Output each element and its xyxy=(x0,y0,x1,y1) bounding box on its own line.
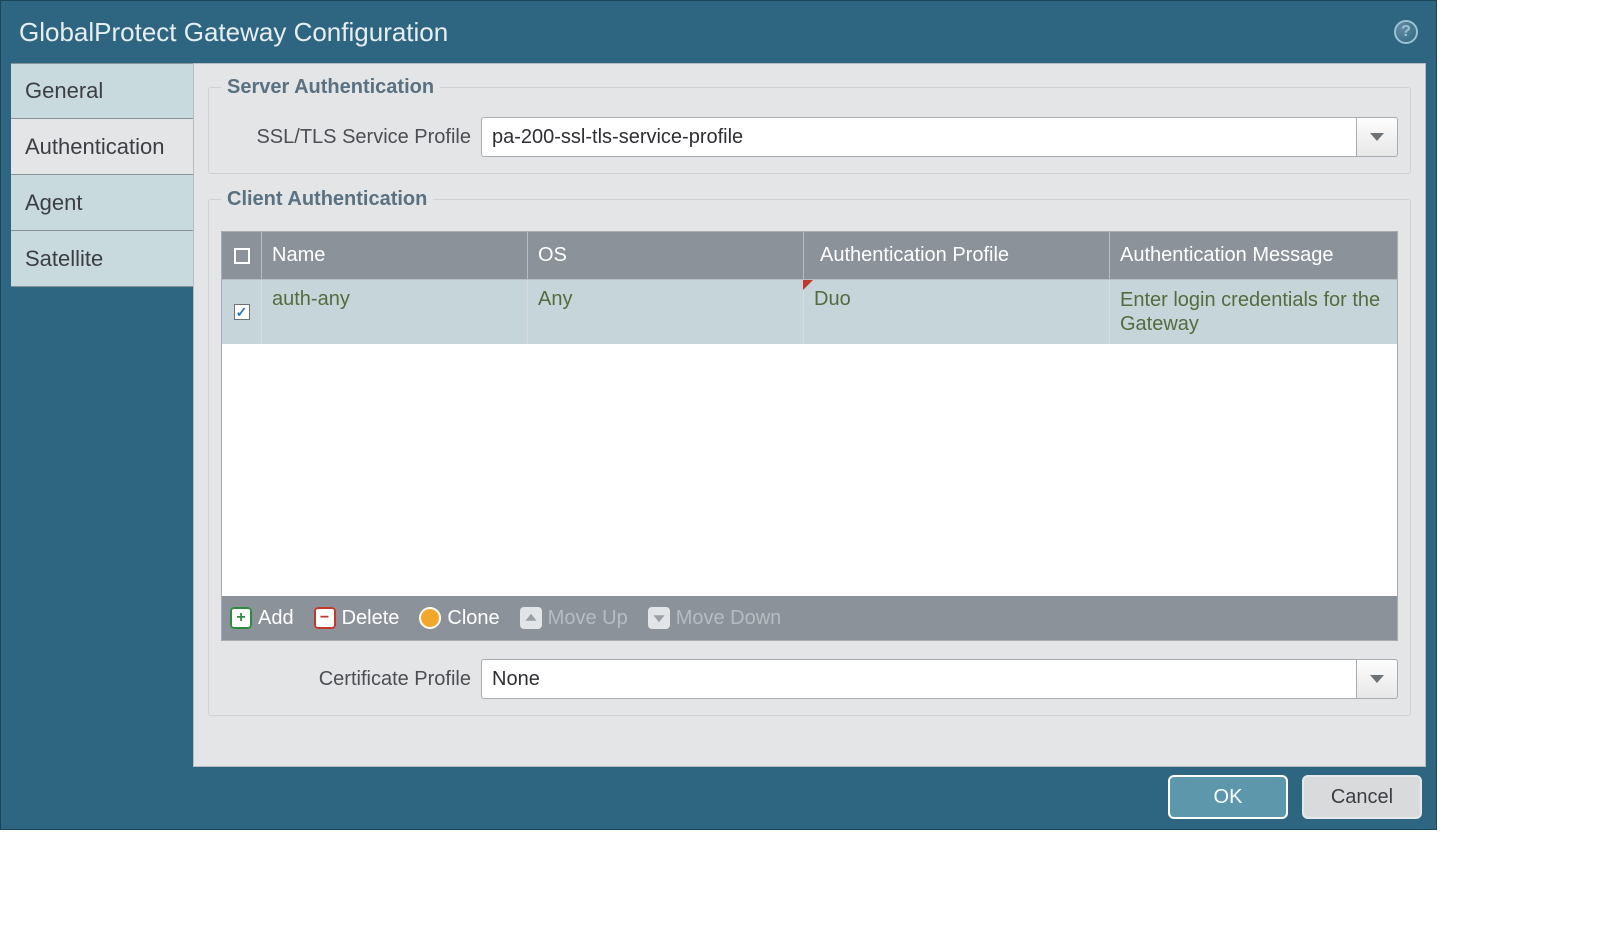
chevron-down-icon xyxy=(1370,133,1384,141)
side-tabs: General Authentication Agent Satellite xyxy=(11,63,193,767)
server-auth-legend: Server Authentication xyxy=(221,76,440,99)
clone-button-label: Clone xyxy=(447,607,499,630)
dialog-footer: OK Cancel xyxy=(1,775,1422,819)
content-pane: Server Authentication SSL/TLS Service Pr… xyxy=(193,63,1426,767)
arrow-up-icon xyxy=(520,607,542,629)
dialog: GlobalProtect Gateway Configuration ? Ge… xyxy=(0,0,1437,830)
move-up-button[interactable]: Move Up xyxy=(520,607,628,630)
tab-authentication[interactable]: Authentication xyxy=(11,119,193,175)
header-name[interactable]: Name xyxy=(262,232,528,280)
table-toolbar: + Add −Delete Clone Move Up Move Down xyxy=(222,596,1397,640)
chevron-down-icon xyxy=(1370,675,1384,683)
ssl-profile-label: SSL/TLS Service Profile xyxy=(221,126,471,149)
row-auth-message: Enter login credentials for the Gateway xyxy=(1110,280,1397,344)
ssl-profile-value: pa-200-ssl-tls-service-profile xyxy=(481,117,1356,157)
header-checkbox-cell[interactable] xyxy=(222,232,262,280)
plus-icon: + xyxy=(230,607,252,629)
client-auth-table: Name OS Authentication Profile Authentic… xyxy=(221,231,1398,641)
checkbox-icon xyxy=(234,248,250,264)
table-header: Name OS Authentication Profile Authentic… xyxy=(222,232,1397,280)
certificate-profile-label: Certificate Profile xyxy=(221,668,471,691)
tab-satellite-label: Satellite xyxy=(25,246,103,272)
help-icon[interactable]: ? xyxy=(1394,20,1418,44)
move-down-button[interactable]: Move Down xyxy=(648,607,782,630)
tab-general[interactable]: General xyxy=(11,63,193,119)
dropdown-arrow-icon[interactable] xyxy=(1356,117,1398,157)
clone-icon xyxy=(419,607,441,629)
table-body: ✓ auth-any Any Duo Enter login credentia… xyxy=(222,280,1397,596)
minus-icon: − xyxy=(314,607,336,629)
tab-agent[interactable]: Agent xyxy=(11,175,193,231)
tab-general-label: General xyxy=(25,78,103,104)
checkbox-checked-icon: ✓ xyxy=(234,304,250,320)
ok-button[interactable]: OK xyxy=(1168,775,1288,819)
add-button-label: Add xyxy=(258,607,294,630)
ssl-profile-row: SSL/TLS Service Profile pa-200-ssl-tls-s… xyxy=(221,117,1398,157)
ssl-profile-select[interactable]: pa-200-ssl-tls-service-profile xyxy=(481,117,1398,157)
client-auth-legend: Client Authentication xyxy=(221,188,433,211)
cancel-button[interactable]: Cancel xyxy=(1302,775,1422,819)
table-row[interactable]: ✓ auth-any Any Duo Enter login credentia… xyxy=(222,280,1397,344)
row-name: auth-any xyxy=(262,280,528,344)
dialog-body: General Authentication Agent Satellite S… xyxy=(11,63,1426,767)
row-os: Any xyxy=(528,280,804,344)
header-os[interactable]: OS xyxy=(528,232,804,280)
header-auth-profile[interactable]: Authentication Profile xyxy=(804,232,1110,280)
server-auth-group: Server Authentication SSL/TLS Service Pr… xyxy=(208,76,1411,174)
tab-satellite[interactable]: Satellite xyxy=(11,231,193,287)
certificate-profile-row: Certificate Profile None xyxy=(221,659,1398,699)
dialog-title: GlobalProtect Gateway Configuration xyxy=(19,17,448,48)
certificate-profile-value: None xyxy=(481,659,1356,699)
tab-authentication-label: Authentication xyxy=(25,134,164,160)
row-checkbox-cell[interactable]: ✓ xyxy=(222,280,262,344)
delete-button[interactable]: −Delete xyxy=(314,607,400,630)
move-down-button-label: Move Down xyxy=(676,607,782,630)
dropdown-arrow-icon[interactable] xyxy=(1356,659,1398,699)
clone-button[interactable]: Clone xyxy=(419,607,499,630)
client-auth-group: Client Authentication Name OS Authentica… xyxy=(208,188,1411,716)
add-button[interactable]: + Add xyxy=(230,607,294,630)
arrow-down-icon xyxy=(648,607,670,629)
cancel-button-label: Cancel xyxy=(1331,786,1393,809)
titlebar: GlobalProtect Gateway Configuration ? xyxy=(1,1,1436,63)
tab-agent-label: Agent xyxy=(25,190,83,216)
header-auth-message[interactable]: Authentication Message xyxy=(1110,232,1397,280)
certificate-profile-select[interactable]: None xyxy=(481,659,1398,699)
delete-button-label: Delete xyxy=(342,607,400,630)
row-auth-profile: Duo xyxy=(804,280,1110,344)
move-up-button-label: Move Up xyxy=(548,607,628,630)
ok-button-label: OK xyxy=(1214,786,1243,809)
